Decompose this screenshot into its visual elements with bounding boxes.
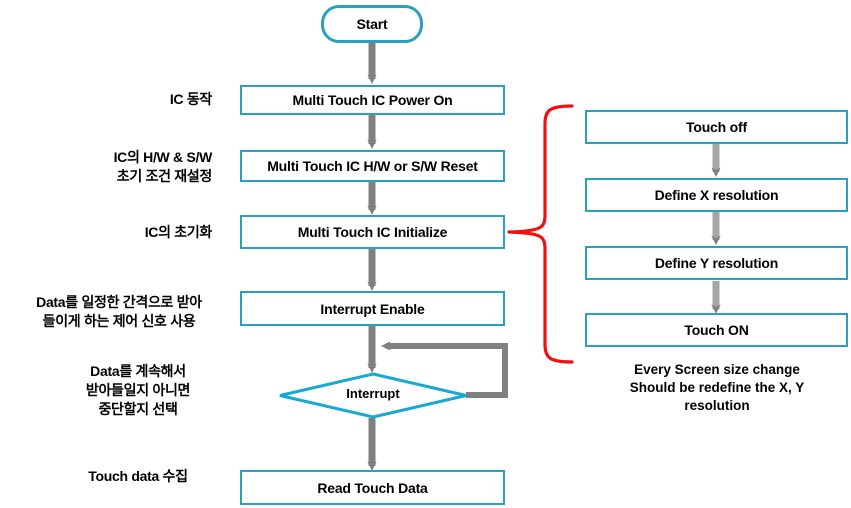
node-define-x-label: Define X resolution xyxy=(654,187,779,203)
flowchart-canvas: Start Multi Touch IC Power On Multi Touc… xyxy=(0,0,851,508)
label-ic-hw-sw-line1: IC의 H/W & S/W xyxy=(113,149,213,165)
label-data-continue-line2: 받아들일지 아니면 xyxy=(85,382,191,398)
node-touch-off-label: Touch off xyxy=(686,119,747,135)
node-interrupt-decision-label: Interrupt xyxy=(346,386,400,401)
node-read-touch-data[interactable]: Read Touch Data xyxy=(240,470,505,505)
node-start-label: Start xyxy=(356,16,388,32)
node-define-y-resolution[interactable]: Define Y resolution xyxy=(585,246,848,280)
label-data-continue-line1: Data를 계속해서 xyxy=(90,363,186,379)
node-interrupt-enable-label: Interrupt Enable xyxy=(320,300,425,317)
label-ic-hw-sw-line2: 초기 조건 재설정 xyxy=(116,168,213,184)
node-define-x-resolution[interactable]: Define X resolution xyxy=(585,178,848,212)
label-ic-operation-line1: IC 동작 xyxy=(169,91,212,107)
node-interrupt-enable[interactable]: Interrupt Enable xyxy=(240,291,505,326)
note-line-1: Every Screen size change xyxy=(634,362,800,377)
node-touch-off[interactable]: Touch off xyxy=(585,110,848,144)
label-touch-data-collect: Touch data 수집 xyxy=(42,467,234,486)
node-touch-on-label: Touch ON xyxy=(684,322,749,338)
label-ic-operation: IC 동작 xyxy=(20,90,212,109)
label-ic-hw-sw-reset: IC의 H/W & S/W 초기 조건 재설정 xyxy=(20,148,213,186)
note-line-2: Should be redefine the X, Y xyxy=(629,380,805,395)
label-touch-data-collect-line1: Touch data 수집 xyxy=(88,468,188,484)
note-line-3: resolution xyxy=(684,398,750,413)
label-data-interval-line1: Data를 일정한 간격으로 받아 xyxy=(36,294,202,310)
label-data-continue: Data를 계속해서 받아들일지 아니면 중단할지 선택 xyxy=(42,362,234,419)
node-multi-touch-ic-initialize[interactable]: Multi Touch IC Initialize xyxy=(240,215,505,249)
label-data-interval-line2: 들이게 하는 제어 신호 사용 xyxy=(42,313,196,329)
node-touch-on[interactable]: Touch ON xyxy=(585,313,848,347)
node-reset-label: Multi Touch IC H/W or S/W Reset xyxy=(267,158,478,174)
red-brace xyxy=(507,104,574,364)
node-initialize-label: Multi Touch IC Initialize xyxy=(297,224,448,240)
node-define-y-label: Define Y resolution xyxy=(654,255,779,271)
label-data-interval: Data를 일정한 간격으로 받아 들이게 하는 제어 신호 사용 xyxy=(4,293,234,331)
node-multi-touch-ic-reset[interactable]: Multi Touch IC H/W or S/W Reset xyxy=(240,150,505,182)
node-multi-touch-ic-power-on[interactable]: Multi Touch IC Power On xyxy=(240,85,505,115)
note-screen-size-change: Every Screen size change Should be redef… xyxy=(592,361,842,415)
label-ic-initialize: IC의 초기화 xyxy=(20,223,213,242)
label-data-continue-line3: 중단할지 선택 xyxy=(98,401,178,417)
node-interrupt-decision[interactable]: Interrupt xyxy=(278,372,468,419)
node-power-on-label: Multi Touch IC Power On xyxy=(292,92,453,108)
node-read-touch-data-label: Read Touch Data xyxy=(317,479,428,496)
label-ic-init-line1: IC의 초기화 xyxy=(144,224,213,240)
node-start[interactable]: Start xyxy=(321,5,423,43)
